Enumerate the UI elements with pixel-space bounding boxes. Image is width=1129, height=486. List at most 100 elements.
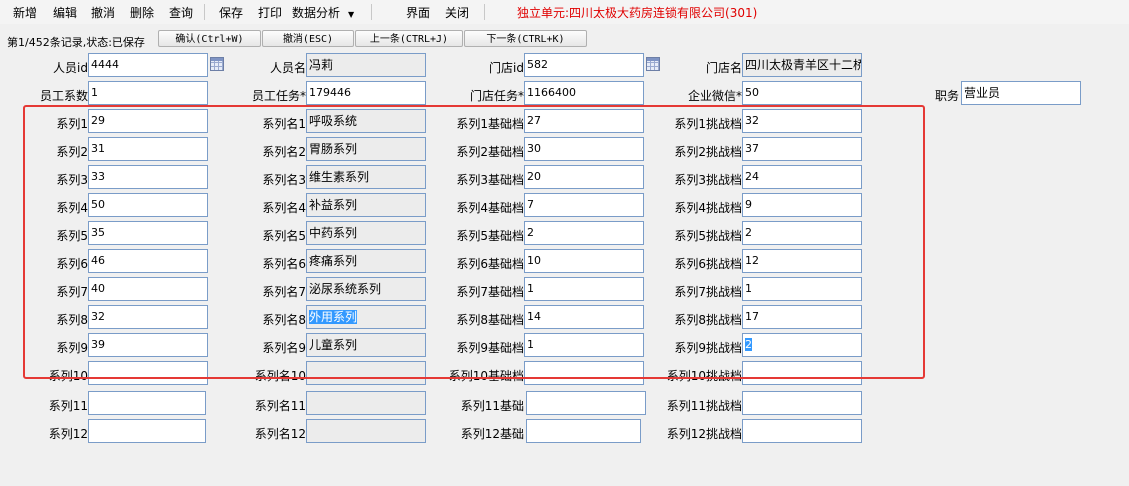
- staff-name-field[interactable]: 冯莉: [306, 53, 426, 77]
- menu-undo[interactable]: 撤消: [91, 4, 115, 21]
- prev-record-button[interactable]: 上一条(CTRL+J): [355, 30, 463, 47]
- series-name-field[interactable]: 疼痛系列: [306, 249, 426, 273]
- series-value-field[interactable]: 40: [88, 277, 208, 301]
- base-tier-field[interactable]: 7: [524, 193, 644, 217]
- series-name-field[interactable]: [306, 391, 426, 415]
- menu-data-analysis[interactable]: 数据分析 ▼: [292, 4, 354, 21]
- series-value-text: 50: [91, 198, 105, 211]
- challenge-tier-field[interactable]: 9: [742, 193, 862, 217]
- series-name-text: 维生素系列: [309, 170, 370, 184]
- challenge-tier-label: 系列9挑战档: [674, 341, 742, 355]
- base-tier-text: 1: [527, 338, 534, 351]
- base-tier-label: 系列11基础: [460, 399, 524, 413]
- base-tier-field[interactable]: 1: [524, 277, 644, 301]
- series-value-label: 系列4: [56, 201, 88, 215]
- challenge-tier-field[interactable]: 2: [742, 333, 862, 357]
- base-tier-field[interactable]: [526, 419, 641, 443]
- store-task-field[interactable]: 1166400: [524, 81, 644, 105]
- series-name-field[interactable]: 呼吸系统: [306, 109, 426, 133]
- confirm-button[interactable]: 确认(Ctrl+W): [158, 30, 261, 47]
- series-value-field[interactable]: 35: [88, 221, 208, 245]
- challenge-tier-field[interactable]: 32: [742, 109, 862, 133]
- base-tier-field[interactable]: 2: [524, 221, 644, 245]
- series-name-field[interactable]: [306, 361, 426, 385]
- series-name-field[interactable]: 外用系列: [306, 305, 426, 329]
- base-tier-field[interactable]: [526, 391, 646, 415]
- challenge-tier-field[interactable]: [742, 419, 862, 443]
- challenge-tier-label: 系列8挑战档: [674, 313, 742, 327]
- coef-field[interactable]: 1: [88, 81, 208, 105]
- series-value-label: 系列9: [56, 341, 88, 355]
- base-tier-field[interactable]: 14: [524, 305, 644, 329]
- challenge-tier-field[interactable]: 17: [742, 305, 862, 329]
- series-value-field[interactable]: [88, 361, 208, 385]
- series-name-field[interactable]: 中药系列: [306, 221, 426, 245]
- base-tier-field[interactable]: [524, 361, 644, 385]
- menu-close[interactable]: 关闭: [445, 4, 469, 21]
- staff-id-label: 人员id: [53, 61, 88, 75]
- series-name-field[interactable]: 儿童系列: [306, 333, 426, 357]
- challenge-tier-label: 系列5挑战档: [674, 229, 742, 243]
- series-value-field[interactable]: 33: [88, 165, 208, 189]
- series-name-label: 系列名5: [262, 229, 306, 243]
- challenge-tier-label: 系列11挑战档: [666, 399, 742, 413]
- series-value-field[interactable]: 32: [88, 305, 208, 329]
- series-name-text: 胃肠系列: [309, 142, 358, 156]
- series-value-field[interactable]: [88, 391, 206, 415]
- base-tier-text: 30: [527, 142, 541, 155]
- series-value-label: 系列12: [48, 427, 88, 441]
- menu-new[interactable]: 新增: [13, 4, 37, 21]
- lookup-icon[interactable]: [646, 57, 660, 71]
- challenge-tier-field[interactable]: 2: [742, 221, 862, 245]
- series-name-text: 儿童系列: [309, 338, 358, 352]
- challenge-tier-field[interactable]: 12: [742, 249, 862, 273]
- series-name-field[interactable]: [306, 419, 426, 443]
- series-value-field[interactable]: [88, 419, 206, 443]
- menu-print[interactable]: 打印: [258, 4, 282, 21]
- series-name-field[interactable]: 维生素系列: [306, 165, 426, 189]
- wechat-field[interactable]: 50: [742, 81, 862, 105]
- challenge-tier-label: 系列10挑战档: [666, 369, 742, 383]
- menu-query[interactable]: 查询: [169, 4, 193, 21]
- series-value-field[interactable]: 46: [88, 249, 208, 273]
- series-value-field[interactable]: 31: [88, 137, 208, 161]
- series-value-field[interactable]: 39: [88, 333, 208, 357]
- challenge-tier-text: 32: [745, 114, 759, 127]
- challenge-tier-field[interactable]: 1: [742, 277, 862, 301]
- series-name-label: 系列名8: [262, 313, 306, 327]
- challenge-tier-field[interactable]: 24: [742, 165, 862, 189]
- store-id-field[interactable]: 582: [524, 53, 644, 77]
- series-name-field[interactable]: 补益系列: [306, 193, 426, 217]
- base-tier-text: 10: [527, 254, 541, 267]
- lookup-icon[interactable]: [210, 57, 224, 71]
- menu-data-analysis-label: 数据分析: [292, 6, 341, 20]
- series-value-label: 系列3: [56, 173, 88, 187]
- series-value-field[interactable]: 50: [88, 193, 208, 217]
- challenge-tier-field[interactable]: [742, 391, 862, 415]
- series-value-label: 系列6: [56, 257, 88, 271]
- position-field[interactable]: 营业员: [961, 81, 1081, 105]
- base-tier-field[interactable]: 10: [524, 249, 644, 273]
- menu-edit[interactable]: 编辑: [53, 4, 77, 21]
- staff-id-field[interactable]: 4444: [88, 53, 208, 77]
- store-name-field[interactable]: 四川太极青羊区十二桥: [742, 53, 862, 77]
- base-tier-field[interactable]: 20: [524, 165, 644, 189]
- cancel-button[interactable]: 撤消(ESC): [262, 30, 354, 47]
- series-name-field[interactable]: 胃肠系列: [306, 137, 426, 161]
- next-record-button[interactable]: 下一条(CTRL+K): [464, 30, 587, 47]
- menu-delete[interactable]: 删除: [130, 4, 154, 21]
- base-tier-text: 14: [527, 310, 541, 323]
- menu-interface[interactable]: 界面: [406, 4, 430, 21]
- challenge-tier-field[interactable]: [742, 361, 862, 385]
- challenge-tier-field[interactable]: 37: [742, 137, 862, 161]
- task-field[interactable]: 179446: [306, 81, 426, 105]
- menu-save[interactable]: 保存: [219, 4, 243, 21]
- wechat-label: 企业微信*: [687, 89, 742, 103]
- series-name-label: 系列名9: [262, 341, 306, 355]
- series-value-label: 系列5: [56, 229, 88, 243]
- base-tier-field[interactable]: 1: [524, 333, 644, 357]
- series-name-field[interactable]: 泌尿系统系列: [306, 277, 426, 301]
- base-tier-field[interactable]: 27: [524, 109, 644, 133]
- series-value-field[interactable]: 29: [88, 109, 208, 133]
- base-tier-field[interactable]: 30: [524, 137, 644, 161]
